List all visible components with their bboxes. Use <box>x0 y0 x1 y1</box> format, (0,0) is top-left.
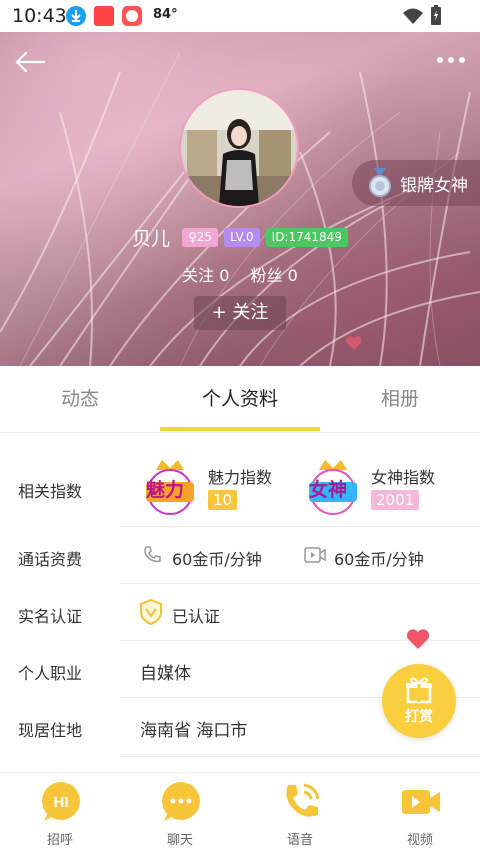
age-tag: ♀25 <box>182 228 219 247</box>
status-time: 10:43 <box>12 5 67 27</box>
follow-button[interactable]: + 关注 <box>194 296 286 330</box>
active-tab-indicator <box>160 427 320 431</box>
tip-label: 打赏 <box>405 709 433 725</box>
follow-stats: 关注 0 粉丝 0 <box>0 262 480 286</box>
app-notification-icon <box>94 6 114 26</box>
voice-call-button[interactable]: 语音 <box>240 773 360 855</box>
video-call-button[interactable]: 视频 <box>360 773 480 855</box>
gift-heart-icon <box>406 629 430 649</box>
goddess-index-title: 女神指数 <box>371 468 436 487</box>
verify-value: 已认证 <box>172 607 221 626</box>
city-label: 现居住地 <box>18 721 83 740</box>
voice-fee-value: 60金币/分钟 <box>172 550 262 569</box>
following-count[interactable]: 关注 0 <box>182 266 229 285</box>
tab-album[interactable]: 相册 <box>320 366 480 432</box>
profile-tabs: 动态 个人资料 相册 <box>0 366 480 433</box>
chat-label: 聊天 <box>166 833 193 848</box>
svg-text:HI: HI <box>54 794 69 811</box>
phone-fee-icon <box>144 546 161 563</box>
index-label: 相关指数 <box>18 482 83 501</box>
tab-moments[interactable]: 动态 <box>0 366 160 432</box>
level-tag: LV.0 <box>224 228 260 247</box>
job-value: 自媒体 <box>140 664 191 684</box>
divider <box>120 756 480 757</box>
video-fee-value: 60金币/分钟 <box>334 550 424 569</box>
wifi-icon <box>403 8 423 24</box>
fans-count[interactable]: 粉丝 0 <box>251 266 298 285</box>
charm-index-value: 10 <box>208 490 238 510</box>
battery-icon <box>431 5 441 25</box>
hi-icon: HI <box>42 782 80 821</box>
silver-goddess-badge[interactable]: 银牌女神 <box>352 160 480 206</box>
job-label: 个人职业 <box>18 664 83 683</box>
phone-icon <box>286 783 320 817</box>
gift-box-icon <box>406 677 432 704</box>
avatar[interactable] <box>179 88 299 208</box>
goddess-logo-text: 女神 <box>309 479 348 501</box>
verified-shield-icon <box>140 599 162 625</box>
id-tag: ID:1741849 <box>265 228 348 247</box>
status-bar: 10:43 84° <box>0 0 480 32</box>
name-row: 贝儿 ♀25 LV.0 ID:1741849 <box>0 224 480 251</box>
status-temperature: 84° <box>153 7 178 22</box>
voice-call-label: 语音 <box>286 833 313 848</box>
greet-button[interactable]: HI 招呼 <box>0 773 120 855</box>
heart-icon <box>346 336 362 350</box>
tab-profile-info[interactable]: 个人资料 <box>160 366 320 432</box>
profile-header: 银牌女神 贝儿 ♀25 LV.0 ID:1741849 关注 0 粉丝 0 + … <box>0 32 480 366</box>
video-call-label: 视频 <box>406 833 433 848</box>
fee-label: 通话资费 <box>18 550 83 569</box>
avatar-photo <box>181 90 297 206</box>
message-app-icon <box>122 6 142 26</box>
back-arrow-icon[interactable] <box>14 50 46 74</box>
video-fee-icon <box>304 547 326 563</box>
profile-name: 贝儿 <box>132 228 171 250</box>
female-icon: ♀ <box>188 230 197 244</box>
chat-icon <box>162 782 200 821</box>
fee-row: 通话资费 60金币/分钟 60金币/分钟 <box>0 527 480 583</box>
badge-label: 银牌女神 <box>400 175 468 196</box>
tip-gift-button[interactable]: 打赏 <box>382 664 456 738</box>
goddess-index-value: 2001 <box>371 490 420 510</box>
city-value: 海南省 海口市 <box>140 721 248 741</box>
video-icon <box>402 790 440 814</box>
silver-medal-icon <box>369 168 391 197</box>
index-row: 相关指数 魅力 魅力指数 10 女神 女神指数 2001 <box>0 450 480 526</box>
verify-label: 实名认证 <box>18 607 83 626</box>
bottom-action-bar: HI 招呼 聊天 语音 视频 <box>0 772 480 855</box>
greet-label: 招呼 <box>46 833 73 848</box>
charm-index-title: 魅力指数 <box>208 468 273 487</box>
more-options-icon[interactable] <box>436 54 466 66</box>
charm-logo-text: 魅力 <box>146 479 185 501</box>
download-icon <box>66 6 86 26</box>
chat-button[interactable]: 聊天 <box>120 773 240 855</box>
